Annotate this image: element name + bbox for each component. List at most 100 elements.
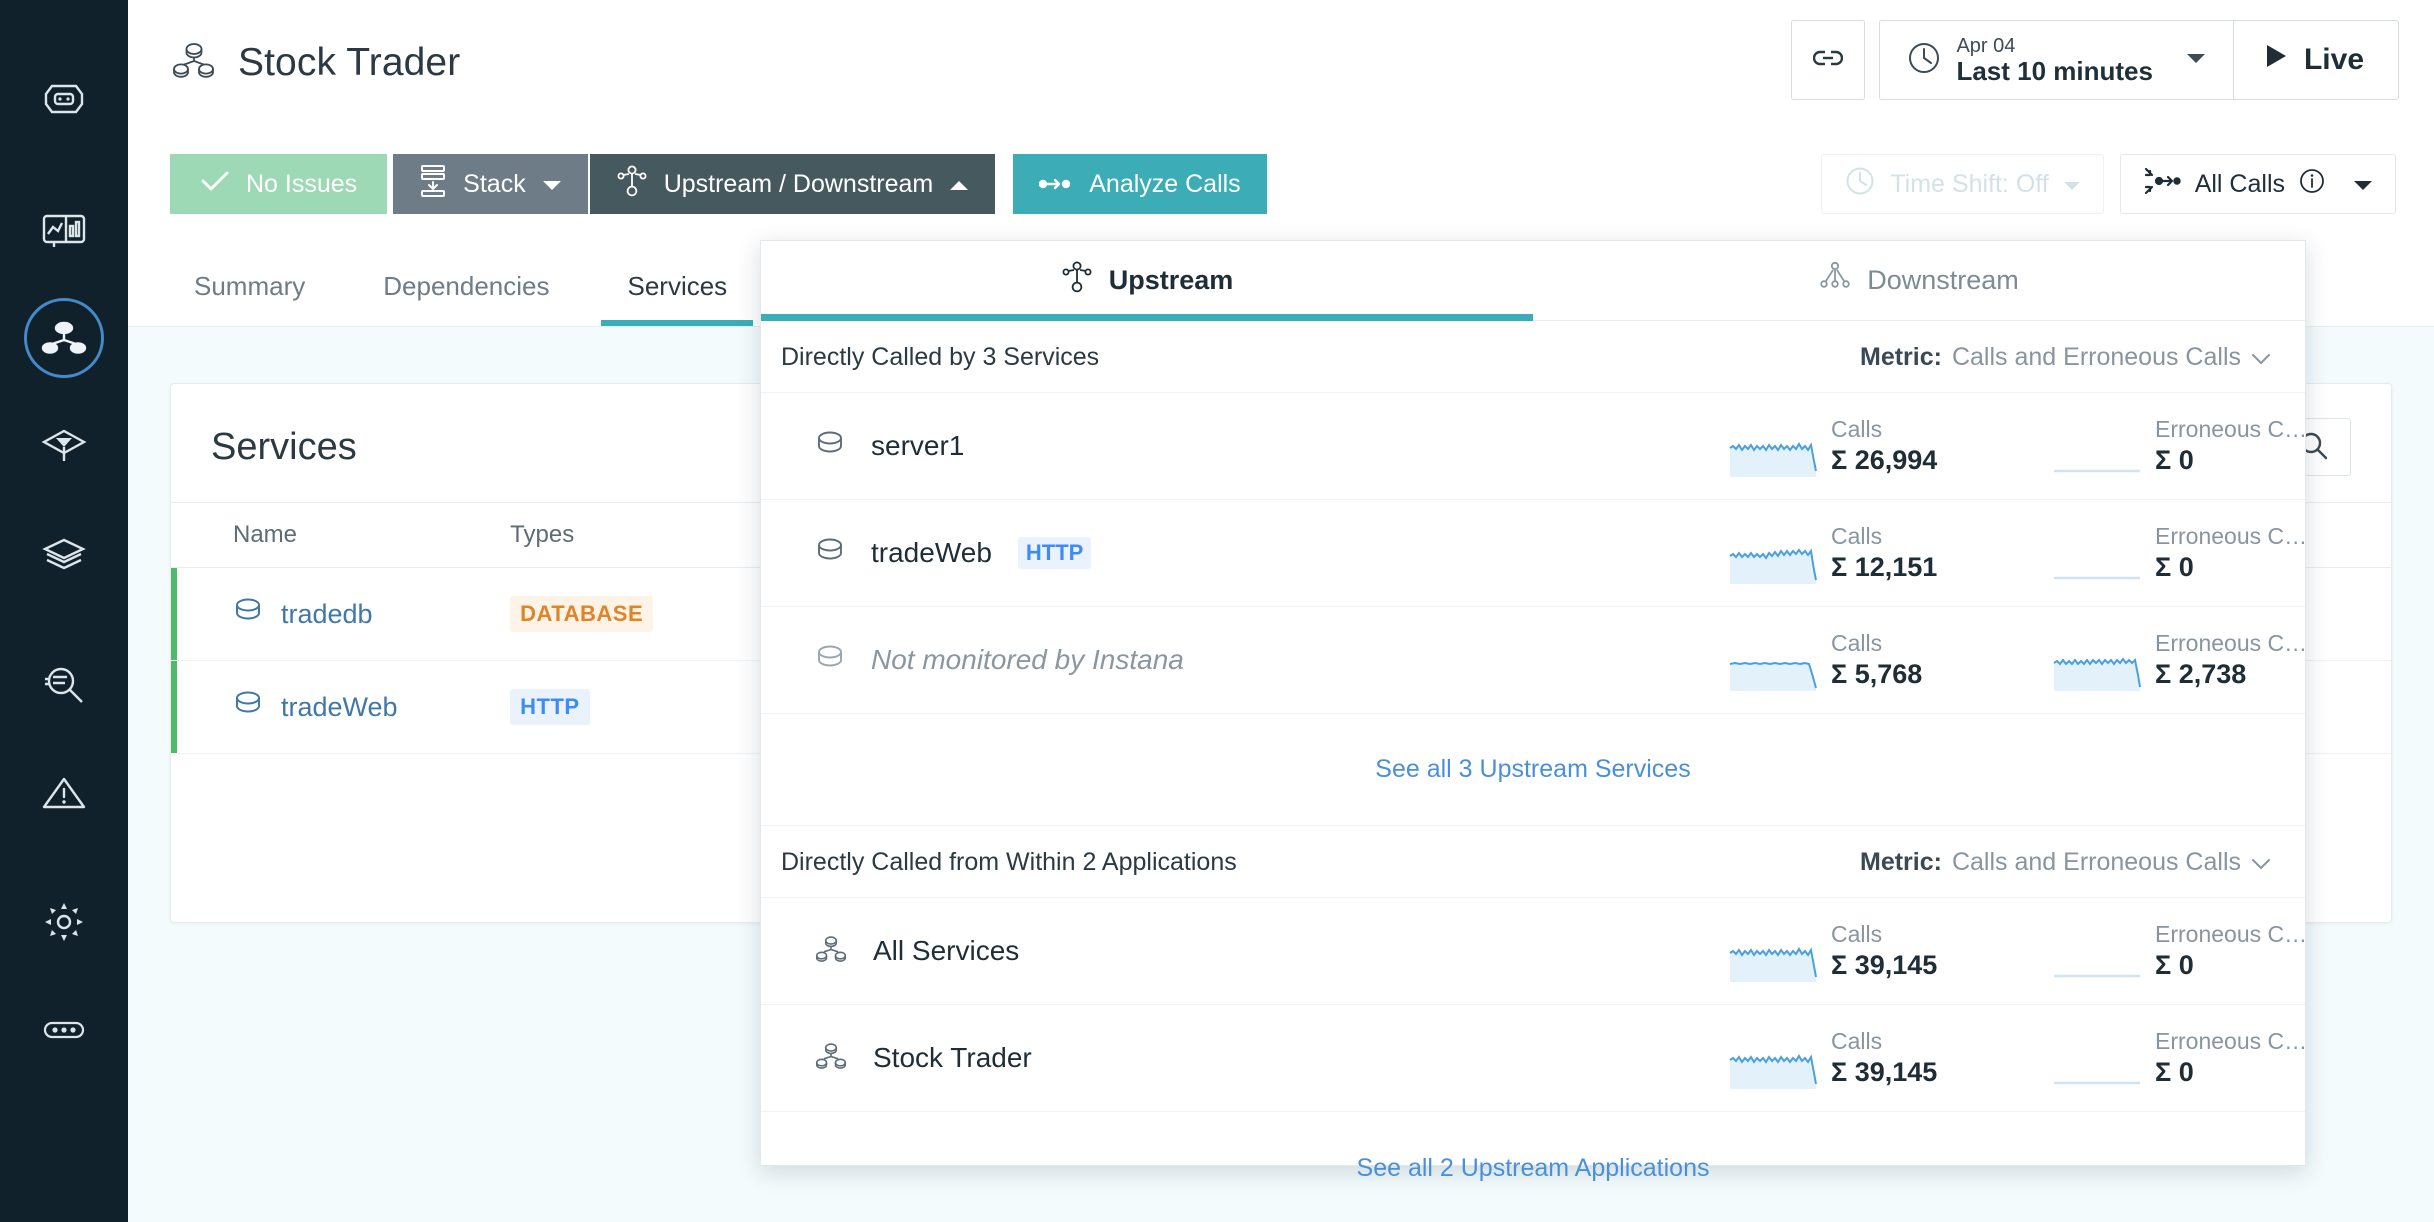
copy-link-button[interactable] xyxy=(1791,20,1866,100)
row-name-group: All Services xyxy=(815,934,1729,969)
upstream-service-row[interactable]: server1 Calls Σ 26,994 Erroneous C… Σ 0 xyxy=(761,393,2307,500)
row-name-group: tradeWeb HTTP xyxy=(815,537,1729,570)
time-shift-button[interactable]: Time Shift: Off xyxy=(1821,154,2104,214)
sidebar-item-settings[interactable] xyxy=(0,868,128,976)
metric-label: Calls xyxy=(1831,415,1883,442)
service-icon xyxy=(233,690,263,725)
row-name-group: server1 xyxy=(815,430,1729,463)
panel-tabs: Upstream Downstream xyxy=(761,241,2305,321)
chevron-down-icon xyxy=(2185,51,2207,70)
sidebar-item-dashboards[interactable] xyxy=(0,176,128,284)
page-title-wrap: Stock Trader xyxy=(172,40,460,85)
panel-tab-label: Downstream xyxy=(1867,265,2019,295)
page-title: Stock Trader xyxy=(238,40,461,84)
action-bar-left: No Issues Stack Upstream / Downstream An… xyxy=(170,154,1267,214)
upstream-downstream-button[interactable]: Upstream / Downstream xyxy=(589,154,996,214)
updown-nodes-icon xyxy=(616,164,648,205)
tab-dependencies[interactable]: Dependencies xyxy=(357,271,575,326)
applications-section-title: Directly Called from Within 2 Applicatio… xyxy=(781,848,1237,876)
metric-value: Σ 0 xyxy=(2155,444,2194,475)
metric-value: Σ 2,738 xyxy=(2155,658,2247,689)
clock-icon xyxy=(1906,40,1942,81)
service-icon xyxy=(815,537,845,570)
tab-summary[interactable]: Summary xyxy=(168,271,331,326)
sidebar-item-instana-logo[interactable] xyxy=(0,46,128,154)
sidebar-item-events[interactable] xyxy=(0,738,128,846)
analyze-calls-button[interactable]: Analyze Calls xyxy=(1013,154,1267,214)
sidebar-item-infrastructure[interactable] xyxy=(0,392,128,500)
metric-value: Σ 0 xyxy=(2155,551,2194,582)
sidebar-item-applications[interactable] xyxy=(0,284,128,392)
more-dots-icon xyxy=(40,1018,88,1042)
chevron-down-icon xyxy=(2251,848,2271,877)
check-icon xyxy=(200,169,230,200)
metric-value: Σ 0 xyxy=(2155,949,2194,980)
services-metric-selector[interactable]: Metric: Calls and Erroneous Calls xyxy=(1860,343,2271,372)
upstream-service-row[interactable]: tradeWeb HTTP Calls Σ 12,151 Erroneous C… xyxy=(761,500,2307,607)
metric-label: Erroneous C… xyxy=(2155,1027,2308,1054)
action-bar-right: Time Shift: Off All Calls xyxy=(1821,154,2396,214)
sparkline-erroneous xyxy=(2054,1082,2140,1085)
time-range-selector[interactable]: Apr 04 Last 10 minutes Live xyxy=(1879,20,2399,100)
metric-calls: Calls Σ 12,151 xyxy=(1729,522,1959,585)
sparkline-calls xyxy=(1729,947,1817,983)
chevron-up-icon xyxy=(949,170,969,199)
row-name-label: server1 xyxy=(871,430,965,461)
metric-label: Calls xyxy=(1831,629,1883,656)
application-perspective-icon xyxy=(172,40,216,85)
sparkline-erroneous xyxy=(2054,975,2140,978)
main-area: Stock Trader Apr 04 Last 10 minutes Live… xyxy=(128,0,2434,1222)
applications-section-header: Directly Called from Within 2 Applicatio… xyxy=(761,826,2305,898)
chevron-down-icon xyxy=(2251,343,2271,372)
stack-button[interactable]: Stack xyxy=(393,154,588,214)
analyze-calls-label: Analyze Calls xyxy=(1089,169,1241,198)
play-icon xyxy=(2264,43,2288,77)
metric-erroneous-calls: Erroneous C… Σ 0 xyxy=(2053,522,2307,585)
sidebar-item-websites[interactable] xyxy=(0,500,128,608)
metric-key-label: Metric: xyxy=(1860,343,1942,371)
live-label: Live xyxy=(2303,43,2364,76)
sparkline-calls xyxy=(1729,442,1817,478)
column-header-name[interactable]: Name xyxy=(171,502,511,568)
sidebar-item-analytics[interactable] xyxy=(0,630,128,738)
no-issues-button[interactable]: No Issues xyxy=(170,154,388,214)
warning-triangle-icon xyxy=(40,771,88,813)
link-icon xyxy=(1813,48,1844,73)
metric-value: Σ 39,145 xyxy=(1831,949,1938,980)
services-section-title: Directly Called by 3 Services xyxy=(781,343,1100,371)
metric-key-label: Metric: xyxy=(1860,848,1942,876)
row-name-group: Not monitored by Instana xyxy=(815,644,1729,677)
robot-icon xyxy=(40,76,88,124)
chevron-down-icon xyxy=(2353,170,2373,199)
time-range-caret[interactable] xyxy=(2173,21,2233,99)
panel-tab-upstream[interactable]: Upstream xyxy=(761,241,1533,321)
top-bar: Stock Trader Apr 04 Last 10 minutes Live xyxy=(128,0,2434,147)
upstream-application-row[interactable]: All Services Calls Σ 39,145 Erroneous C…… xyxy=(761,898,2308,1005)
metric-value-label: Calls and Erroneous Calls xyxy=(1951,848,2241,876)
sparkline-erroneous xyxy=(2054,577,2140,580)
gear-icon xyxy=(41,899,87,945)
see-all-label: See all 3 Upstream Services xyxy=(1375,755,1691,783)
layers-icon xyxy=(40,534,88,574)
see-all-upstream-services-link[interactable]: See all 3 Upstream Services xyxy=(761,714,2305,826)
upstream-service-row[interactable]: Not monitored by Instana Calls Σ 5,768 E… xyxy=(761,607,2307,714)
applications-metric-selector[interactable]: Metric: Calls and Erroneous Calls xyxy=(1860,848,2271,877)
stack-label: Stack xyxy=(463,169,526,198)
panel-tab-downstream[interactable]: Downstream xyxy=(1533,241,2305,320)
metric-value: Σ 12,151 xyxy=(1831,551,1938,582)
metric-label: Erroneous C… xyxy=(2155,920,2308,947)
metric-label: Calls xyxy=(1831,522,1883,549)
live-button[interactable]: Live xyxy=(2234,21,2398,99)
info-icon[interactable] xyxy=(2299,168,2325,201)
tab-label: Summary xyxy=(194,271,306,301)
upstream-application-row[interactable]: Stock Trader Calls Σ 39,145 Erroneous C…… xyxy=(761,1005,2308,1112)
see-all-upstream-applications-link[interactable]: See all 2 Upstream Applications xyxy=(761,1112,2305,1222)
metric-value: Σ 26,994 xyxy=(1831,444,1938,475)
all-calls-filter-button[interactable]: All Calls xyxy=(2119,154,2396,214)
upstream-icon xyxy=(1061,260,1093,301)
metric-erroneous-calls: Erroneous C… Σ 0 xyxy=(2053,415,2307,478)
tab-label: Dependencies xyxy=(383,271,550,301)
tab-services[interactable]: Services xyxy=(601,271,753,326)
metric-calls: Calls Σ 26,994 xyxy=(1729,415,1959,478)
sidebar-item-more[interactable] xyxy=(0,976,128,1084)
